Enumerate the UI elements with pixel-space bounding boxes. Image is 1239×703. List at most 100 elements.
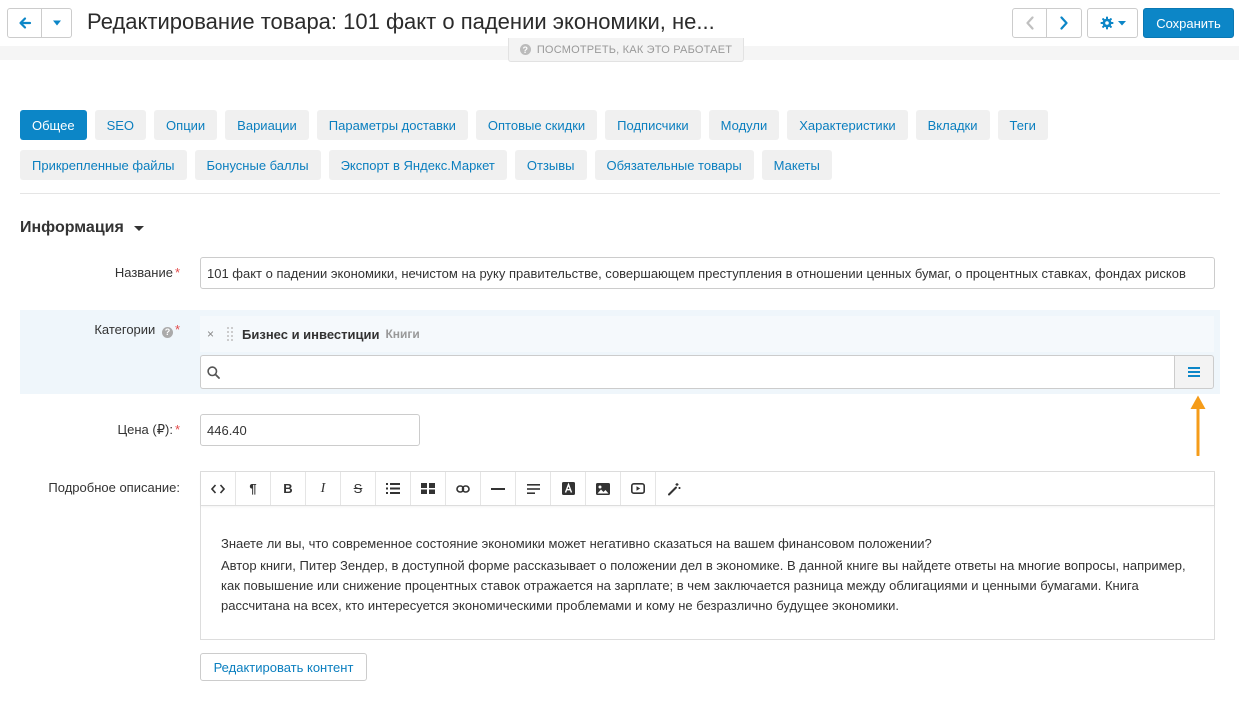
back-dropdown-button[interactable] [42, 8, 72, 38]
tab-row: Общее SEO Опции Вариации Параметры доставки О… [20, 110, 1220, 140]
required-mark: * [174, 265, 180, 280]
settings-dropdown [1087, 8, 1138, 38]
tab-1-row1[interactable]: Общее [20, 110, 87, 140]
name-field[interactable]: 101 факт о падении экономики, нечистом н… [200, 257, 1215, 289]
image-icon [596, 482, 610, 495]
section-title-label: Информация [20, 219, 124, 236]
tab-6-row1[interactable]: Оптовые скидки [475, 110, 598, 140]
table-icon [421, 483, 435, 494]
prev-product-button[interactable] [1012, 8, 1047, 38]
arrow-left-icon [18, 17, 31, 29]
list-icon [1188, 367, 1200, 377]
categories-label-text: Категории [94, 322, 156, 337]
settings-button[interactable] [1087, 8, 1138, 38]
back-button[interactable] [7, 8, 42, 38]
back-button-group [7, 8, 72, 38]
image-button[interactable] [586, 472, 621, 505]
edit-content-button[interactable]: Редактировать контент [200, 653, 367, 681]
category-parent: Книги [385, 327, 420, 341]
tab-7-row1[interactable]: Подписчики [605, 110, 701, 140]
category-search-input[interactable] [200, 355, 1175, 389]
tab-3-row1[interactable]: Опции [154, 110, 218, 140]
description-paragraph: Знаете ли вы, что современное состояние … [221, 536, 932, 551]
font-color-icon [561, 482, 575, 495]
strikethrough-button[interactable]: S [341, 472, 376, 505]
chevron-right-icon [1060, 16, 1068, 30]
required-mark: * [174, 322, 180, 337]
chevron-left-icon [1025, 16, 1034, 30]
price-label: Цена (₽): * [60, 422, 180, 438]
paragraph-button[interactable]: ¶ [236, 472, 271, 505]
price-field[interactable]: 446.40 [200, 414, 420, 446]
editor-content[interactable]: Знаете ли вы, что современное состояние … [201, 506, 1214, 616]
tab-5-row1[interactable]: Параметры доставки [316, 110, 468, 140]
remove-category-icon[interactable]: × [207, 327, 214, 341]
question-icon: ? [519, 44, 531, 55]
howto-label: Посмотреть, как это работает [536, 43, 733, 56]
category-chip: × Бизнес и инвестиции Книги [200, 316, 1214, 352]
tab-4-row2[interactable]: Отзывы [514, 150, 587, 180]
tab-11-row1[interactable]: Теги [997, 110, 1048, 140]
tab-9-row1[interactable]: Характеристики [787, 110, 908, 140]
tab-4-row1[interactable]: Вариации [225, 110, 309, 140]
gear-icon [1100, 16, 1113, 30]
table-button[interactable] [411, 472, 446, 505]
name-field-value: 101 факт о падении экономики, нечистом н… [207, 265, 1186, 281]
tab-row: Прикрепленные файлы Бонусные баллы Экспорт… [20, 150, 1220, 180]
help-icon[interactable]: ? [161, 326, 173, 338]
drag-handle-icon[interactable] [226, 326, 235, 342]
link-button[interactable] [446, 472, 481, 505]
magic-wand-icon [667, 482, 680, 495]
divider [20, 193, 1220, 194]
paragraph-icon: ¶ [249, 481, 257, 496]
italic-icon: I [320, 480, 326, 496]
categories-label: Категории ? * [40, 322, 180, 338]
save-button[interactable]: Сохранить [1143, 8, 1234, 38]
name-label-text: Название [114, 265, 173, 280]
link-icon [456, 484, 470, 493]
bold-icon: B [283, 481, 293, 496]
tab-8-row1[interactable]: Модули [708, 110, 780, 140]
horizontal-rule-button[interactable] [481, 472, 516, 505]
italic-button[interactable]: I [306, 472, 341, 505]
tab-2-row2[interactable]: Бонусные баллы [194, 150, 321, 180]
tab-5-row2[interactable]: Обязательные товары [594, 150, 754, 180]
video-button[interactable] [621, 472, 656, 505]
code-view-button[interactable] [201, 472, 236, 505]
page-title: Редактирование товара: 101 факт о падени… [87, 9, 715, 34]
product-nav-arrows [1012, 8, 1082, 38]
price-label-text: Цена (₽): [117, 422, 173, 437]
section-title-information[interactable]: Информация [20, 219, 144, 237]
caret-down-icon [1117, 20, 1126, 25]
category-list-button[interactable] [1174, 355, 1214, 389]
caret-down-icon [52, 20, 61, 26]
horizontal-rule-icon [491, 487, 505, 490]
caret-down-icon [133, 225, 144, 231]
video-icon [631, 483, 645, 494]
strikethrough-icon: S [353, 481, 363, 496]
clear-format-button[interactable] [656, 472, 691, 505]
price-field-value: 446.40 [207, 422, 247, 438]
next-product-button[interactable] [1047, 8, 1082, 38]
bold-button[interactable]: B [271, 472, 306, 505]
bullet-list-icon [386, 483, 400, 494]
rich-text-editor: ¶ B I S Знаете ли вы, что современное со… [200, 471, 1215, 640]
tab-1-row2[interactable]: Прикрепленные файлы [20, 150, 187, 180]
search-icon [207, 365, 220, 379]
tab-3-row2[interactable]: Экспорт в Яндекс.Маркет [328, 150, 507, 180]
tab-10-row1[interactable]: Вкладки [915, 110, 990, 140]
align-left-icon [526, 483, 540, 494]
category-name[interactable]: Бизнес и инвестиции [242, 327, 379, 342]
required-mark: * [174, 422, 180, 437]
font-color-button[interactable] [551, 472, 586, 505]
howto-link[interactable]: ? Посмотреть, как это работает [508, 38, 744, 62]
arrow-up-icon [1190, 395, 1206, 456]
tab-2-row1[interactable]: SEO [94, 110, 147, 140]
tabs: Общее SEO Опции Вариации Параметры доставки О… [20, 110, 1220, 190]
tab-6-row2[interactable]: Макеты [761, 150, 832, 180]
description-paragraph: Автор книги, Питер Зендер, в доступной ф… [221, 558, 1186, 613]
description-label: Подробное описание: [48, 480, 180, 495]
list-button[interactable] [376, 472, 411, 505]
editor-toolbar: ¶ B I S [201, 472, 1214, 506]
align-button[interactable] [516, 472, 551, 505]
